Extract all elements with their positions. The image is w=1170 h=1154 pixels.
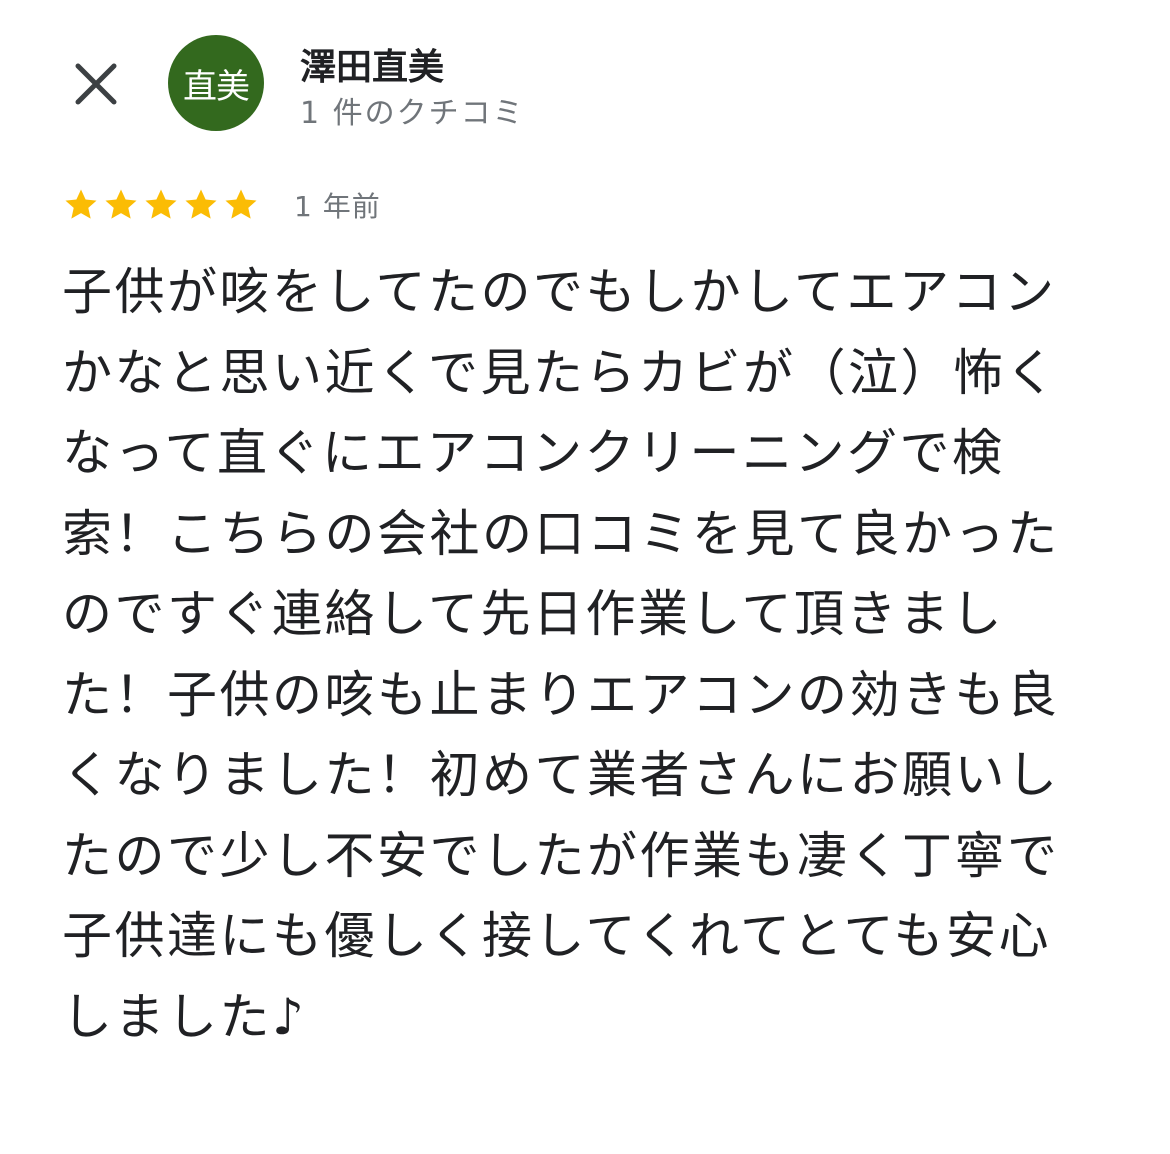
review-time: 1 年前 (294, 190, 381, 223)
reviewer-name[interactable]: 澤田直美 (300, 38, 444, 90)
review-count: 1 件のクチコミ (300, 96, 525, 131)
star-rating (62, 186, 260, 224)
close-button[interactable] (66, 54, 126, 114)
star-icon (225, 189, 257, 219)
star-icon (145, 189, 177, 219)
star-icon (65, 189, 97, 219)
review-text: 子供が咳をしてたのでもしかしてエアコンかなと思い近くで見たらカビが（泣）怖くなっ… (62, 263, 1060, 1046)
avatar-initials: 直美 (183, 66, 250, 107)
close-icon (75, 63, 117, 105)
star-icon (185, 189, 217, 219)
avatar[interactable]: 直美 (168, 35, 264, 131)
star-icon (105, 189, 137, 219)
